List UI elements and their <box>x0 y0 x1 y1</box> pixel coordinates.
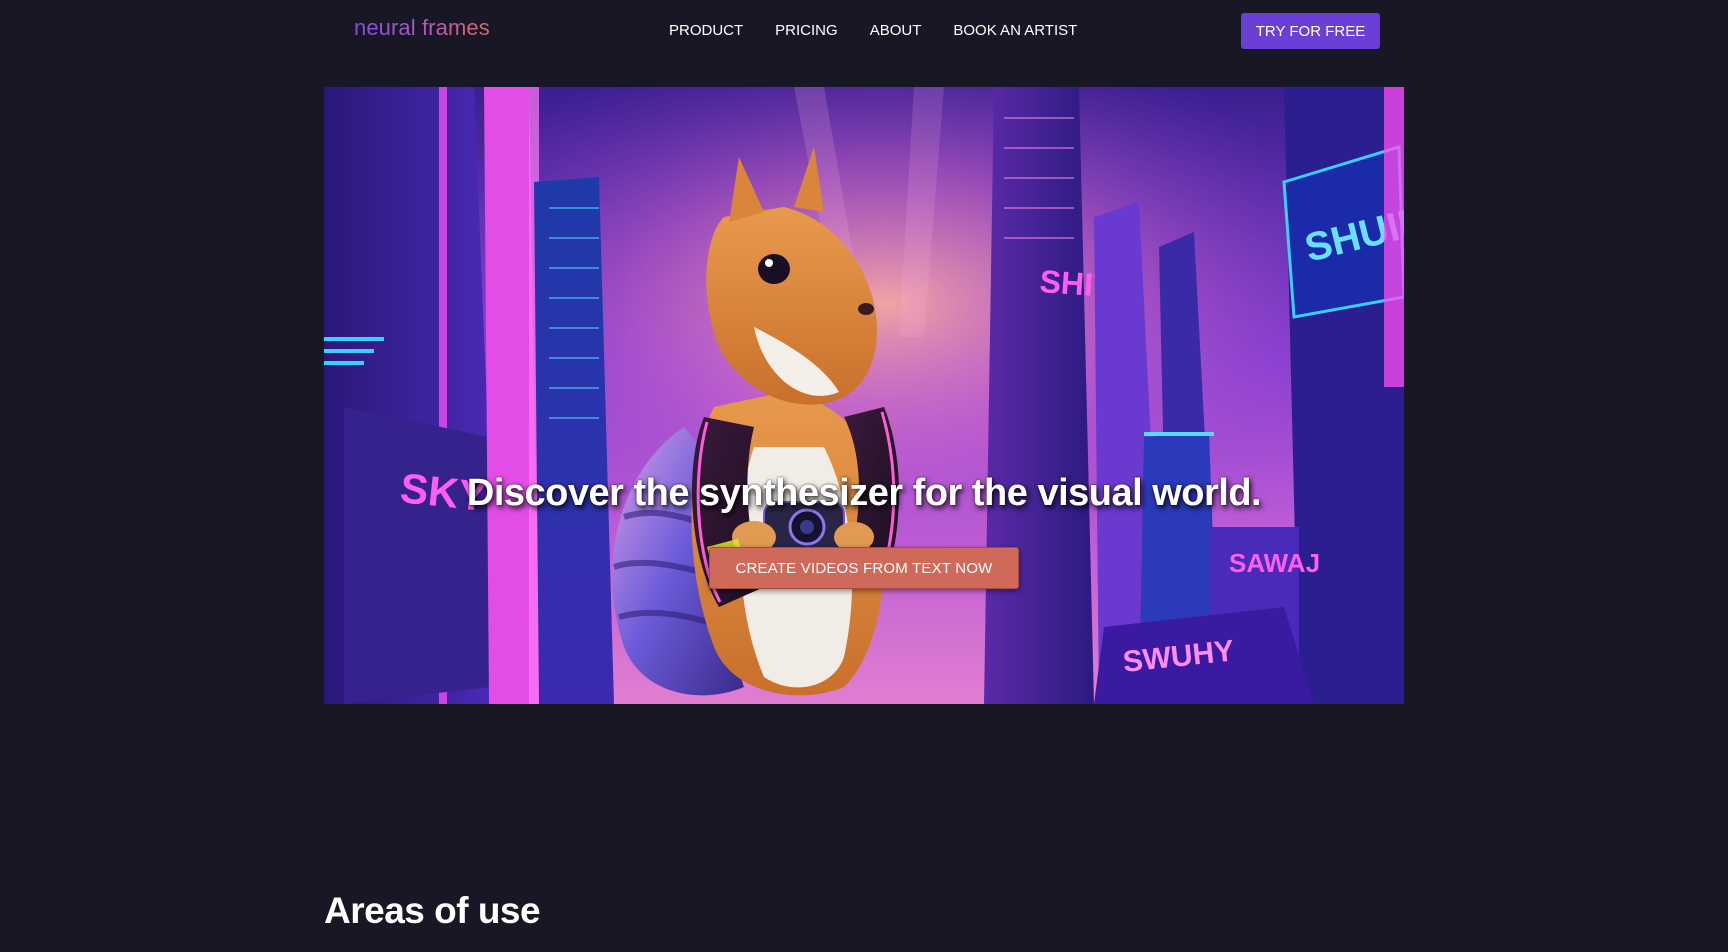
nav-link-book-an-artist[interactable]: BOOK AN ARTIST <box>953 21 1077 41</box>
main-nav: PRODUCT PRICING ABOUT BOOK AN ARTIST <box>669 21 1077 41</box>
nav-link-about[interactable]: ABOUT <box>870 21 922 41</box>
top-navbar: neural frames PRODUCT PRICING ABOUT BOOK… <box>0 0 1728 62</box>
areas-of-use-heading: Areas of use <box>324 890 541 931</box>
hero-section: SKY SHITY SHUIN SAWAJ SWUHY Discover the… <box>324 87 1404 704</box>
create-videos-button[interactable]: CREATE VIDEOS FROM TEXT NOW <box>709 547 1019 589</box>
try-for-free-button[interactable]: TRY FOR FREE <box>1241 13 1380 49</box>
hero-image: SKY SHITY SHUIN SAWAJ SWUHY <box>324 87 1404 704</box>
brand-logo[interactable]: neural frames <box>354 14 490 42</box>
landing-page: neural frames PRODUCT PRICING ABOUT BOOK… <box>0 0 1728 952</box>
hero-headline: Discover the synthesizer for the visual … <box>466 472 1262 514</box>
nav-link-pricing[interactable]: PRICING <box>775 21 838 41</box>
nav-link-product[interactable]: PRODUCT <box>669 21 743 41</box>
svg-text:SAWAJ: SAWAJ <box>1229 548 1320 578</box>
